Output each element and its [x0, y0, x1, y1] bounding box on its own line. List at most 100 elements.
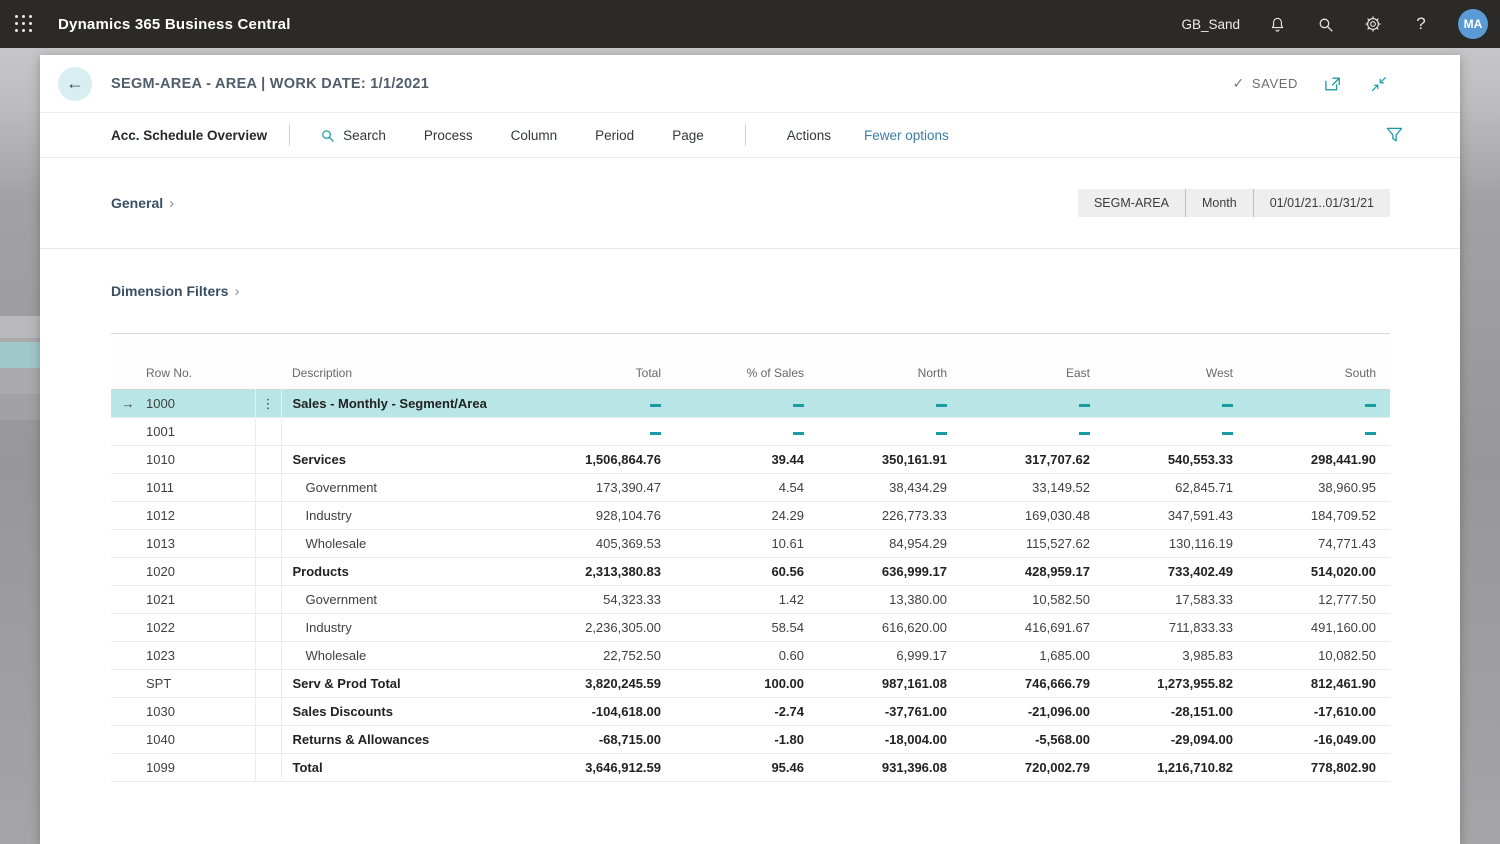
general-section-toggle[interactable]: General › — [111, 195, 174, 212]
cell-value[interactable]: 3,820,245.59 — [532, 670, 675, 698]
cell-value[interactable]: 931,396.08 — [818, 754, 961, 782]
cell-value[interactable] — [1247, 418, 1390, 446]
table-row[interactable]: 1010 Services1,506,864.7639.44350,161.913… — [111, 446, 1390, 474]
cell-value[interactable] — [1247, 390, 1390, 418]
cell-value[interactable]: 226,773.33 — [818, 502, 961, 530]
column-header-south[interactable]: South — [1247, 334, 1390, 390]
cell-value[interactable]: 10,082.50 — [1247, 642, 1390, 670]
cell-value[interactable]: 2,236,305.00 — [532, 614, 675, 642]
table-row[interactable]: SPTServ & Prod Total3,820,245.59100.0098… — [111, 670, 1390, 698]
cell-value[interactable]: -28,151.00 — [1104, 698, 1247, 726]
cell-value[interactable]: 3,985.83 — [1104, 642, 1247, 670]
cell-value[interactable]: 350,161.91 — [818, 446, 961, 474]
table-row[interactable]: 1012Industry928,104.7624.29226,773.33169… — [111, 502, 1390, 530]
cell-value[interactable]: 347,591.43 — [1104, 502, 1247, 530]
cell-value[interactable]: -29,094.00 — [1104, 726, 1247, 754]
cell-value[interactable] — [818, 390, 961, 418]
cell-value[interactable]: 10.61 — [675, 530, 818, 558]
cell-value[interactable]: 746,666.79 — [961, 670, 1104, 698]
cell-value[interactable]: 491,160.00 — [1247, 614, 1390, 642]
cell-row-no[interactable]: 1013 — [145, 530, 255, 558]
menu-item-actions[interactable]: Actions — [787, 128, 831, 143]
cell-value[interactable]: 778,802.90 — [1247, 754, 1390, 782]
table-row[interactable]: 1013Wholesale405,369.5310.6184,954.29115… — [111, 530, 1390, 558]
cell-description[interactable]: Industry — [281, 614, 532, 642]
cell-value[interactable]: 2,313,380.83 — [532, 558, 675, 586]
cell-row-no[interactable]: 1022 — [145, 614, 255, 642]
cell-value[interactable]: 405,369.53 — [532, 530, 675, 558]
cell-value[interactable]: 298,441.90 — [1247, 446, 1390, 474]
cell-description[interactable]: Sales - Monthly - Segment/Area — [281, 390, 532, 418]
column-header-west[interactable]: West — [1104, 334, 1247, 390]
cell-row-no[interactable]: SPT — [145, 670, 255, 698]
cell-row-no[interactable]: 1010 — [145, 446, 255, 474]
cell-value[interactable] — [961, 390, 1104, 418]
cell-value[interactable]: 928,104.76 — [532, 502, 675, 530]
cell-description[interactable]: Serv & Prod Total — [281, 670, 532, 698]
cell-value[interactable]: 1,506,864.76 — [532, 446, 675, 474]
column-header-total[interactable]: Total — [532, 334, 675, 390]
settings-gear-icon[interactable] — [1362, 13, 1384, 35]
avatar[interactable]: MA — [1458, 9, 1488, 39]
cell-value[interactable]: 4.54 — [675, 474, 818, 502]
table-row[interactable]: 1022Industry2,236,305.0058.54616,620.004… — [111, 614, 1390, 642]
cell-value[interactable]: -17,610.00 — [1247, 698, 1390, 726]
dimension-filters-toggle[interactable]: Dimension Filters › — [111, 283, 239, 300]
cell-value[interactable]: 22,752.50 — [532, 642, 675, 670]
cell-value[interactable]: -68,715.00 — [532, 726, 675, 754]
cell-description[interactable]: Total — [281, 754, 532, 782]
back-button[interactable]: ← — [58, 67, 92, 101]
cell-description[interactable]: Services — [281, 446, 532, 474]
filter-funnel-icon[interactable] — [1385, 126, 1404, 144]
cell-value[interactable]: 987,161.08 — [818, 670, 961, 698]
cell-value[interactable]: 317,707.62 — [961, 446, 1104, 474]
cell-value[interactable] — [1104, 418, 1247, 446]
cell-value[interactable]: 416,691.67 — [961, 614, 1104, 642]
environment-label[interactable]: GB_Sand — [1181, 17, 1240, 32]
cell-value[interactable]: -5,568.00 — [961, 726, 1104, 754]
table-row[interactable]: 1023Wholesale22,752.500.606,999.171,685.… — [111, 642, 1390, 670]
cell-value[interactable]: 58.54 — [675, 614, 818, 642]
cell-value[interactable]: 24.29 — [675, 502, 818, 530]
cell-value[interactable]: 514,020.00 — [1247, 558, 1390, 586]
cell-value[interactable]: 60.56 — [675, 558, 818, 586]
cell-value[interactable] — [961, 418, 1104, 446]
cell-description[interactable]: Government — [281, 474, 532, 502]
filter-schedule-name[interactable]: SEGM-AREA — [1078, 189, 1186, 217]
cell-value[interactable]: 173,390.47 — [532, 474, 675, 502]
menu-item-page[interactable]: Page — [672, 128, 704, 143]
cell-value[interactable] — [675, 390, 818, 418]
table-row[interactable]: 1099Total3,646,912.5995.46931,396.08720,… — [111, 754, 1390, 782]
cell-description[interactable]: Products — [281, 558, 532, 586]
row-options-icon[interactable]: ⋮ — [255, 390, 281, 418]
cell-row-no[interactable]: 1099 — [145, 754, 255, 782]
cell-value[interactable]: 38,434.29 — [818, 474, 961, 502]
search-icon[interactable] — [1314, 13, 1336, 35]
cell-row-no[interactable]: 1040 — [145, 726, 255, 754]
open-in-new-window-icon[interactable] — [1322, 74, 1344, 94]
cell-value[interactable] — [675, 418, 818, 446]
column-header-east[interactable]: East — [961, 334, 1104, 390]
table-row[interactable]: 1020Products2,313,380.8360.56636,999.174… — [111, 558, 1390, 586]
cell-value[interactable]: 17,583.33 — [1104, 586, 1247, 614]
column-header-pct-of-sales[interactable]: % of Sales — [675, 334, 818, 390]
cell-value[interactable] — [532, 390, 675, 418]
filter-date-range[interactable]: 01/01/21..01/31/21 — [1254, 189, 1390, 217]
cell-value[interactable]: 33,149.52 — [961, 474, 1104, 502]
cell-value[interactable]: 711,833.33 — [1104, 614, 1247, 642]
cell-value[interactable] — [818, 418, 961, 446]
table-row[interactable]: 1021Government54,323.331.4213,380.0010,5… — [111, 586, 1390, 614]
column-header-row-no[interactable]: Row No. — [145, 334, 255, 390]
cell-value[interactable]: 1.42 — [675, 586, 818, 614]
cell-value[interactable]: -18,004.00 — [818, 726, 961, 754]
cell-description[interactable]: Wholesale — [281, 530, 532, 558]
cell-value[interactable]: 84,954.29 — [818, 530, 961, 558]
cell-value[interactable]: 720,002.79 — [961, 754, 1104, 782]
cell-row-no[interactable]: 1020 — [145, 558, 255, 586]
cell-value[interactable]: 39.44 — [675, 446, 818, 474]
fewer-options-button[interactable]: Fewer options — [864, 128, 949, 143]
column-header-north[interactable]: North — [818, 334, 961, 390]
cell-description[interactable]: Industry — [281, 502, 532, 530]
table-row[interactable]: 1011Government173,390.474.5438,434.2933,… — [111, 474, 1390, 502]
cell-value[interactable]: 38,960.95 — [1247, 474, 1390, 502]
